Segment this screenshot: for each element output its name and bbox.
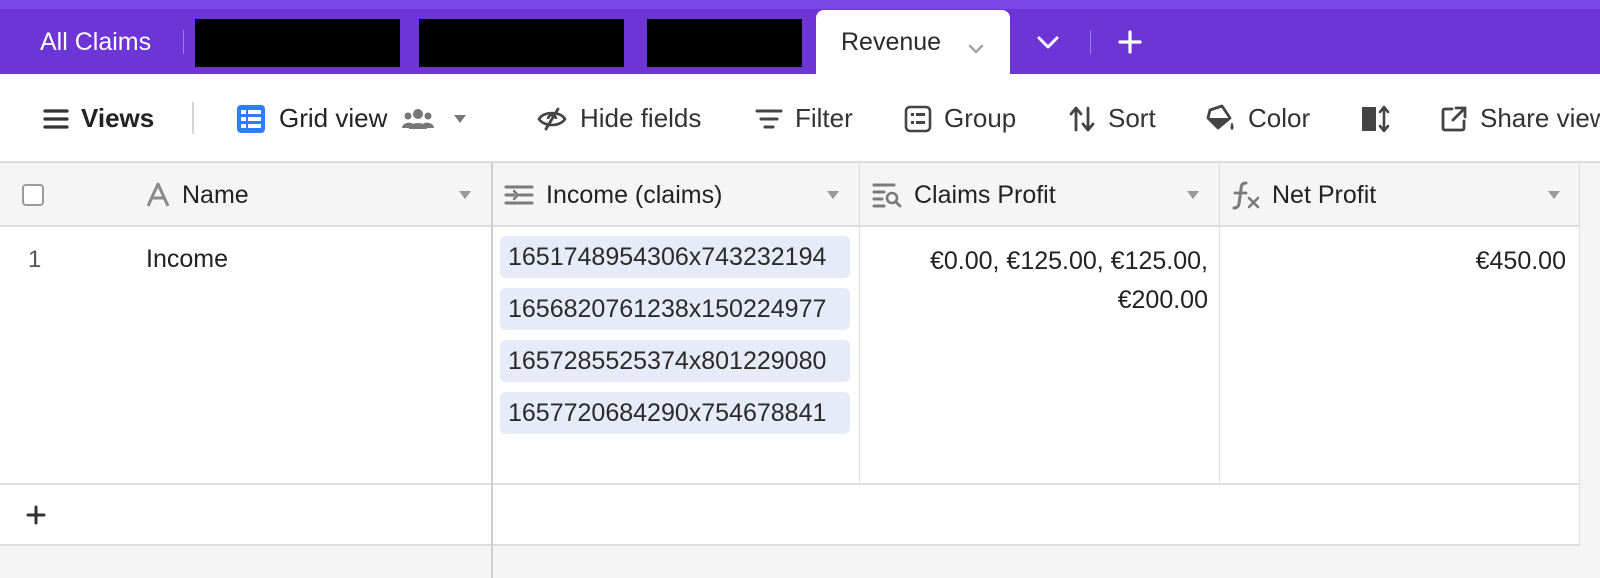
toolbar-separator: [192, 102, 194, 134]
sort-label: Sort: [1108, 103, 1156, 133]
table-row[interactable]: [0, 227, 491, 483]
filter-button[interactable]: Filter: [755, 74, 853, 163]
add-record-button[interactable]: [26, 499, 46, 529]
views-button[interactable]: Views: [43, 74, 154, 163]
views-label: Views: [81, 103, 155, 133]
tab-all-claims[interactable]: All Claims: [40, 10, 151, 74]
column-header-claims-profit[interactable]: Claims Profit: [872, 163, 1056, 227]
row-number: 1: [28, 246, 42, 273]
select-all-checkbox[interactable]: [22, 184, 44, 206]
hamburger-icon: [43, 108, 69, 130]
cell-claims-profit[interactable]: €0.00, €125.00, €125.00, €200.00: [862, 242, 1208, 320]
column-header-name[interactable]: Name: [146, 163, 249, 227]
linked-record-chip[interactable]: 1657720684290x754678841: [500, 392, 850, 434]
linked-record-chip[interactable]: 1656820761238x150224977: [500, 288, 850, 330]
caret-down-icon[interactable]: [453, 114, 467, 124]
linked-record-icon: [504, 183, 534, 207]
column-header-net-profit-label: Net Profit: [1272, 180, 1377, 209]
column-header-income-claims-label: Income (claims): [546, 180, 723, 209]
tab-separator: [1090, 30, 1091, 54]
frozen-column-divider[interactable]: [491, 163, 493, 578]
paint-bucket-icon: [1204, 104, 1236, 134]
row-height-button[interactable]: [1360, 74, 1402, 163]
plus-icon: [1118, 30, 1142, 54]
cell-net-profit[interactable]: €450.00: [1230, 242, 1566, 281]
linked-record-chip[interactable]: 1657285525374x801229080: [500, 340, 850, 382]
add-table-button[interactable]: [1118, 24, 1148, 60]
cell-name[interactable]: Income: [146, 245, 228, 274]
column-divider[interactable]: [859, 163, 860, 483]
column-menu-caret-icon[interactable]: [1187, 191, 1199, 199]
column-header-name-label: Name: [182, 180, 249, 209]
chevron-down-icon[interactable]: [968, 33, 984, 62]
sort-icon: [1068, 105, 1096, 133]
claims-profit-line: €0.00, €125.00, €125.00,: [929, 247, 1208, 275]
sort-button[interactable]: Sort: [1068, 74, 1156, 163]
tab-bar-top-stripe: [0, 0, 1600, 9]
table-tab-bar: All Claims Revenue: [0, 0, 1600, 74]
lookup-icon: [872, 181, 902, 209]
hide-fields-label: Hide fields: [580, 103, 702, 133]
linked-record-chip[interactable]: 1651748954306x743232194: [500, 236, 850, 278]
claims-profit-line: €200.00: [1117, 286, 1208, 314]
view-toolbar: Views Grid view Hide fields Filter Group: [0, 74, 1600, 163]
filter-icon: [755, 107, 783, 131]
column-menu-caret-icon[interactable]: [827, 191, 839, 199]
column-header-net-profit[interactable]: Net Profit: [1230, 163, 1376, 227]
text-field-icon: [146, 182, 170, 208]
redacted-tab[interactable]: [647, 19, 802, 67]
grid-icon: [235, 103, 267, 135]
people-icon: [401, 107, 435, 131]
tab-revenue[interactable]: Revenue: [816, 10, 1010, 74]
column-header-claims-profit-label: Claims Profit: [914, 180, 1056, 209]
grid-view-button[interactable]: Grid view: [235, 74, 479, 163]
share-view-label: Share view: [1480, 103, 1600, 133]
share-icon: [1440, 105, 1468, 133]
column-header-income-claims[interactable]: Income (claims): [504, 163, 722, 227]
group-button[interactable]: Group: [904, 74, 1016, 163]
tab-revenue-label: Revenue: [841, 27, 942, 56]
hide-fields-button[interactable]: Hide fields: [536, 74, 701, 163]
filter-label: Filter: [795, 103, 853, 133]
row-height-icon: [1360, 105, 1390, 133]
column-menu-caret-icon[interactable]: [459, 191, 471, 199]
tab-all-claims-label: All Claims: [40, 27, 152, 56]
column-divider[interactable]: [1579, 163, 1580, 546]
column-menu-caret-icon[interactable]: [1548, 191, 1560, 199]
group-label: Group: [944, 103, 1017, 133]
grid-view-label: Grid view: [279, 103, 388, 133]
share-view-button[interactable]: Share view: [1440, 74, 1600, 163]
chevron-down-icon: [1037, 36, 1059, 49]
eye-slash-icon: [536, 107, 568, 131]
more-tables-button[interactable]: [1036, 27, 1062, 57]
tab-separator: [183, 30, 184, 54]
grid-header-row: Name Income (claims) Claims Profit Net P…: [0, 163, 1580, 227]
redacted-tab[interactable]: [195, 19, 400, 67]
redacted-tab[interactable]: [419, 19, 624, 67]
formula-icon: [1230, 180, 1260, 210]
color-label: Color: [1248, 103, 1311, 133]
plus-icon: [26, 505, 46, 525]
color-button[interactable]: Color: [1204, 74, 1310, 163]
add-row-area[interactable]: [0, 483, 491, 546]
group-icon: [904, 105, 932, 133]
add-row-area-right: [493, 483, 1580, 546]
column-divider[interactable]: [1219, 163, 1220, 483]
